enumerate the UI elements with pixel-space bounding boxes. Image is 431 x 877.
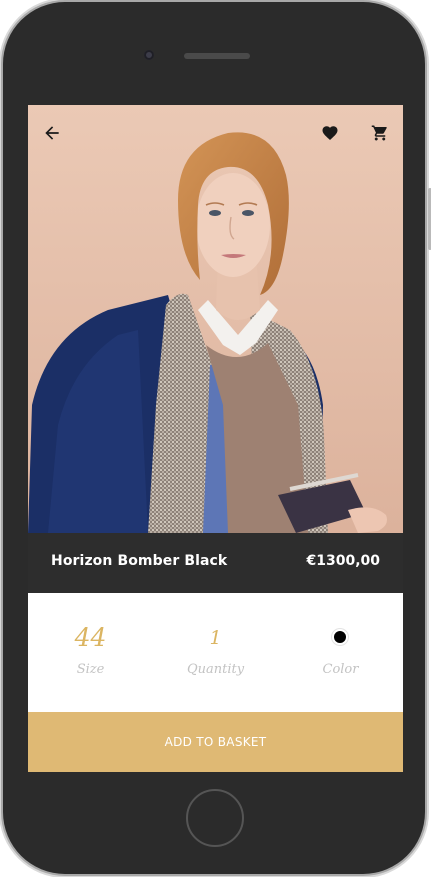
color-label: Color xyxy=(322,662,359,677)
arrow-left-icon xyxy=(45,126,59,140)
size-value: 44 xyxy=(74,623,107,652)
quantity-option[interactable]: 1 Quantity xyxy=(153,593,278,712)
product-options: 44 Size 1 Quantity Color xyxy=(28,593,403,712)
color-swatch xyxy=(334,631,346,643)
back-button[interactable] xyxy=(40,121,64,145)
product-title-bar: Horizon Bomber Black €1300,00 xyxy=(28,533,403,593)
size-label: Size xyxy=(76,662,105,677)
cart-icon xyxy=(371,125,387,141)
cart-button[interactable] xyxy=(368,121,392,145)
quantity-label: Quantity xyxy=(186,662,245,677)
model-illustration xyxy=(28,105,403,533)
quantity-value: 1 xyxy=(209,627,222,649)
app-screen: Horizon Bomber Black €1300,00 44 Size 1 … xyxy=(28,105,403,772)
favorite-button[interactable] xyxy=(318,121,342,145)
front-camera xyxy=(144,50,154,60)
product-name: Horizon Bomber Black xyxy=(51,553,228,569)
product-image xyxy=(28,105,403,533)
color-option[interactable]: Color xyxy=(278,593,403,712)
add-to-basket-button[interactable]: ADD TO BASKET xyxy=(28,712,403,772)
size-option[interactable]: 44 Size xyxy=(28,593,153,712)
heart-icon xyxy=(322,126,338,140)
product-price: €1300,00 xyxy=(306,553,380,569)
top-app-bar xyxy=(28,105,403,161)
earpiece-speaker xyxy=(184,53,250,59)
home-button[interactable] xyxy=(186,789,244,847)
